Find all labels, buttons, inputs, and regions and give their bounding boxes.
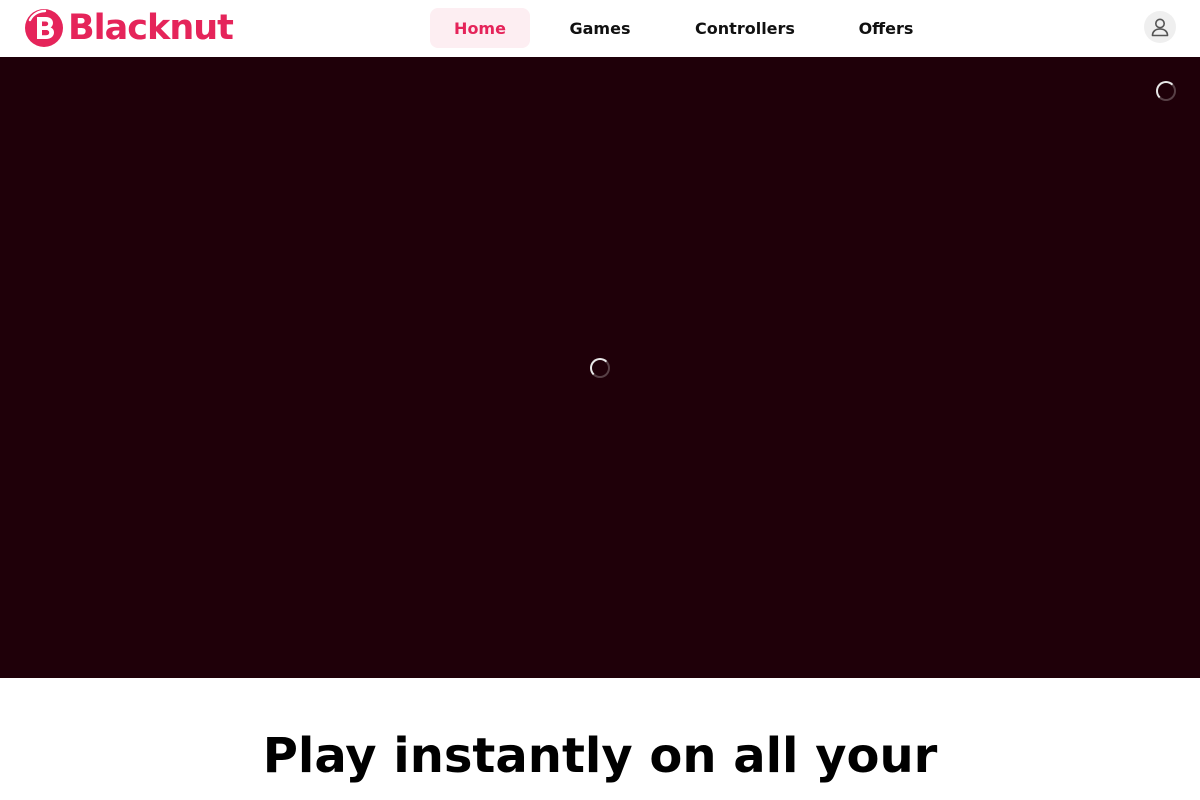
- nav-item-home[interactable]: Home: [430, 8, 530, 48]
- page-headline: Play instantly on all your: [262, 728, 938, 784]
- main-nav: Home Games Controllers Offers: [430, 8, 952, 48]
- user-icon: [1151, 18, 1169, 37]
- blacknut-logo-icon: [25, 9, 63, 47]
- site-header: Blacknut Home Games Controllers Offers: [0, 0, 1200, 57]
- hero-video-area: [0, 57, 1200, 678]
- brand-name: Blacknut: [68, 8, 234, 48]
- loading-spinner-icon: [590, 358, 610, 378]
- nav-item-offers[interactable]: Offers: [820, 8, 952, 48]
- blacknut-logo-link[interactable]: Blacknut: [24, 7, 234, 49]
- account-button[interactable]: [1144, 11, 1176, 43]
- nav-item-games[interactable]: Games: [530, 8, 670, 48]
- loading-spinner-icon: [1156, 81, 1176, 101]
- nav-item-controllers[interactable]: Controllers: [670, 8, 820, 48]
